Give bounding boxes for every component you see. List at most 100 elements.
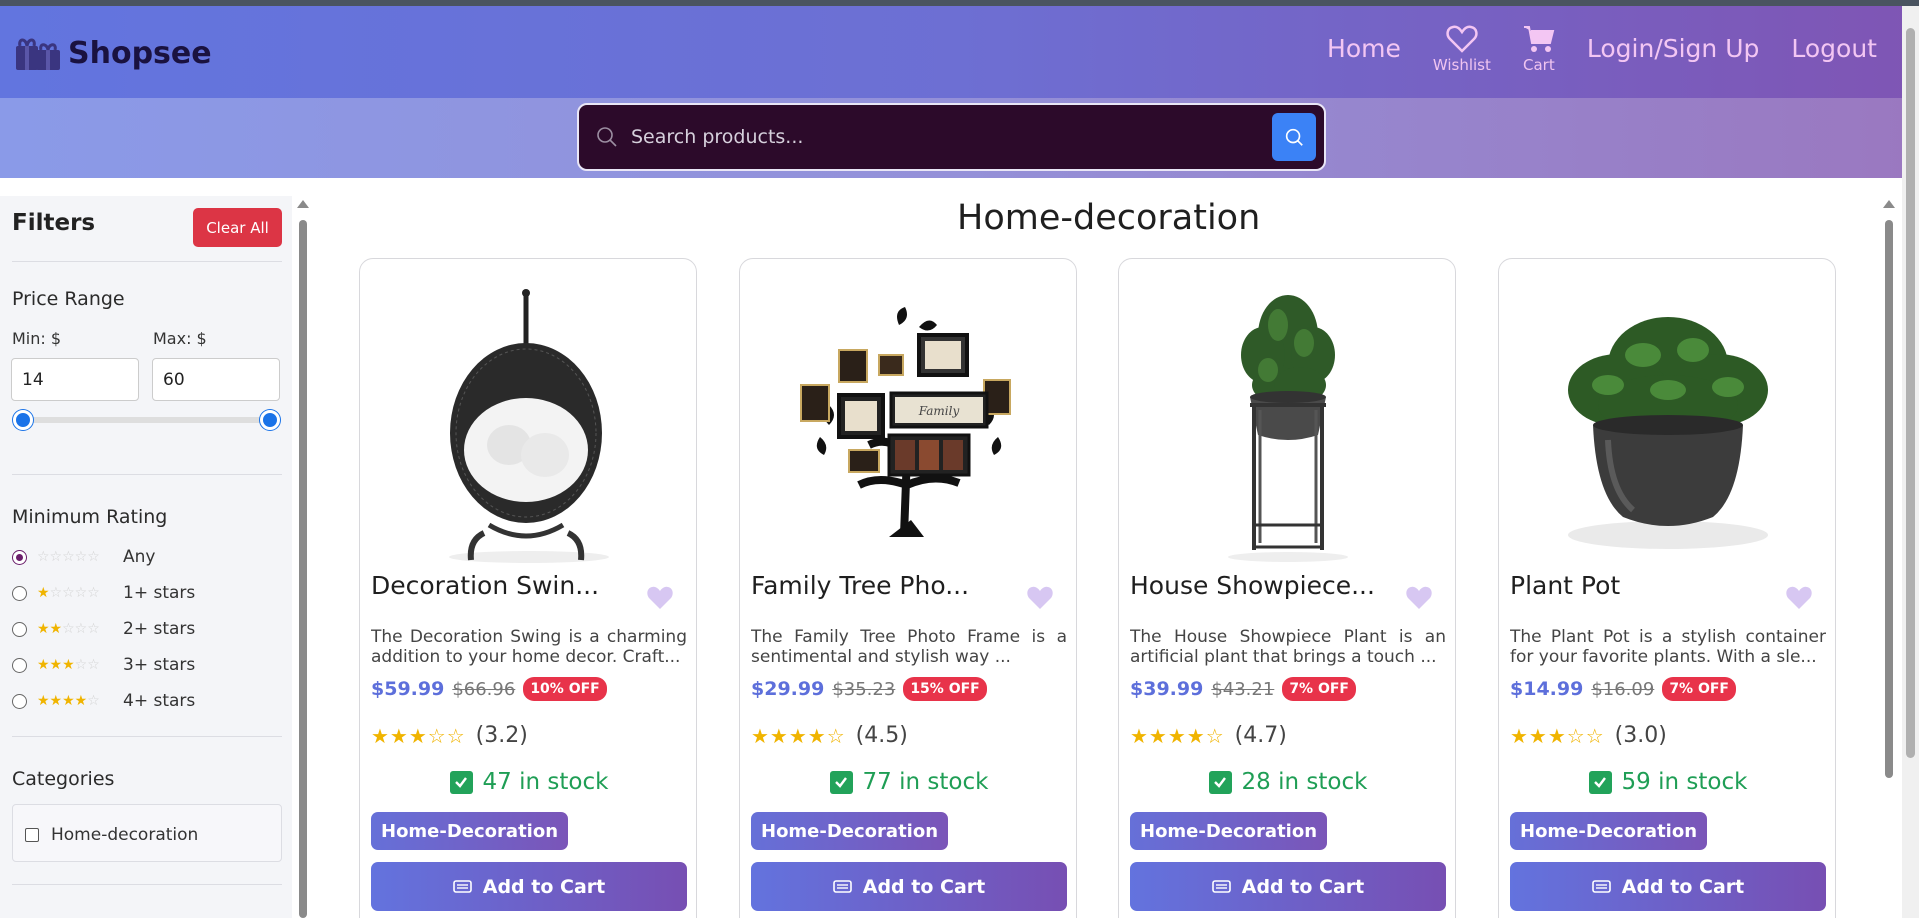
nav-home-link[interactable]: Home <box>1327 24 1401 63</box>
product-price: $14.99 <box>1510 678 1584 700</box>
potted-plant-icon <box>1568 317 1768 549</box>
product-name[interactable]: Family Tree Pho... <box>751 571 969 600</box>
add-to-cart-button[interactable]: Add to Cart <box>371 862 687 911</box>
checkmark-icon <box>1208 770 1232 794</box>
rating-option-1[interactable]: ★☆☆☆☆ 1+ stars <box>12 583 195 603</box>
search-band <box>0 98 1919 178</box>
radio-button[interactable] <box>12 549 27 565</box>
scrollbar-thumb[interactable] <box>1885 220 1893 778</box>
discount-badge: 10% OFF <box>523 677 607 701</box>
rating-value: (3.2) <box>475 723 528 748</box>
wishlist-heart-icon[interactable] <box>646 585 674 611</box>
product-image[interactable] <box>390 279 668 571</box>
min-price-input[interactable] <box>11 358 139 401</box>
nav-logout-link[interactable]: Logout <box>1791 24 1877 63</box>
price-range-slider-track[interactable] <box>22 417 272 423</box>
scrollbar-thumb[interactable] <box>1906 28 1915 758</box>
price-range-min-handle[interactable] <box>13 410 33 430</box>
divider <box>12 884 282 885</box>
shopping-cart-icon <box>1523 26 1555 52</box>
clear-all-button[interactable]: Clear All <box>193 208 282 247</box>
rating-option-2[interactable]: ★★☆☆☆ 2+ stars <box>12 619 195 639</box>
add-to-cart-button[interactable]: Add to Cart <box>751 862 1067 911</box>
product-rating: ★★★★☆ (4.5) <box>751 723 908 748</box>
radio-button[interactable] <box>12 621 27 637</box>
product-rating: ★★★☆☆ (3.2) <box>371 723 528 748</box>
nav-login-link[interactable]: Login/Sign Up <box>1587 24 1760 63</box>
product-card[interactable]: Decoration Swin... The Decoration Swing … <box>359 258 697 918</box>
scrollbar-thumb[interactable] <box>299 220 307 918</box>
nav-cart-link[interactable]: Cart <box>1523 24 1555 74</box>
max-price-input[interactable] <box>152 358 280 401</box>
minimum-rating-title: Minimum Rating <box>12 506 168 528</box>
wishlist-caption: Wishlist <box>1432 56 1491 74</box>
product-original-price: $66.96 <box>452 678 516 700</box>
discount-badge: 7% OFF <box>1282 677 1356 701</box>
category-item-home-decoration[interactable]: Home-decoration <box>25 825 198 845</box>
scroll-up-arrow-icon[interactable] <box>1883 200 1895 208</box>
radio-button[interactable] <box>12 585 27 601</box>
star-rating-icon: ★★★☆☆ <box>1510 723 1605 748</box>
category-tag[interactable]: Home-Decoration <box>1510 812 1708 850</box>
product-image[interactable] <box>1529 279 1807 571</box>
product-card[interactable]: House Showpiece... The House Showpiece P… <box>1118 258 1456 918</box>
product-image[interactable] <box>1149 279 1427 571</box>
category-tag[interactable]: Home-Decoration <box>371 812 569 850</box>
product-price: $59.99 <box>371 678 445 700</box>
price-row: $14.99 $16.09 7% OFF <box>1510 677 1736 701</box>
radio-button[interactable] <box>12 693 27 709</box>
category-tag[interactable]: Home-Decoration <box>751 812 949 850</box>
product-card[interactable]: Family Family Tree Pho... The Family Tre… <box>739 258 1077 918</box>
family-tree-frame-icon: Family <box>800 307 1011 537</box>
brand[interactable]: Shopsee <box>14 34 212 72</box>
star-rating-icon: ★★★★☆ <box>751 723 846 748</box>
main-scrollbar[interactable] <box>1882 200 1896 778</box>
rating-option-3[interactable]: ★★★☆☆ 3+ stars <box>12 655 195 675</box>
gift-boxes-icon <box>16 38 60 70</box>
add-to-cart-button[interactable]: Add to Cart <box>1510 862 1826 911</box>
stock-status: 28 in stock <box>1119 769 1457 795</box>
radio-button[interactable] <box>12 657 27 673</box>
search-box <box>577 103 1326 171</box>
product-image[interactable]: Family <box>770 279 1048 571</box>
product-name[interactable]: House Showpiece... <box>1130 571 1375 600</box>
product-card[interactable]: Plant Pot The Plant Pot is a stylish con… <box>1498 258 1836 918</box>
divider <box>12 474 282 475</box>
product-description: The Decoration Swing is a charming addit… <box>371 627 687 667</box>
hanging-swing-chair-icon <box>449 289 609 563</box>
product-original-price: $43.21 <box>1211 678 1275 700</box>
add-to-cart-button[interactable]: Add to Cart <box>1130 862 1446 911</box>
price-row: $29.99 $35.23 15% OFF <box>751 677 987 701</box>
wishlist-heart-icon[interactable] <box>1785 585 1813 611</box>
scroll-up-arrow-icon[interactable] <box>297 200 309 208</box>
checkmark-icon <box>449 770 473 794</box>
product-description: The Plant Pot is a stylish container for… <box>1510 627 1826 667</box>
category-checkbox[interactable] <box>25 828 39 842</box>
rating-option-4[interactable]: ★★★★☆ 4+ stars <box>12 691 195 711</box>
plant-on-stand-icon <box>1228 295 1348 562</box>
categories-list: Home-decoration <box>12 804 282 862</box>
sidebar-scrollbar[interactable] <box>296 200 310 918</box>
product-name[interactable]: Plant Pot <box>1510 571 1620 600</box>
wishlist-heart-icon[interactable] <box>1405 585 1433 611</box>
stock-count: 28 in stock <box>1241 769 1368 795</box>
wishlist-heart-icon[interactable] <box>1026 585 1054 611</box>
filters-title: Filters <box>12 210 96 236</box>
product-original-price: $35.23 <box>832 678 896 700</box>
price-range-title: Price Range <box>12 288 125 310</box>
cart-caption: Cart <box>1523 56 1555 74</box>
category-label: Home-decoration <box>51 825 199 845</box>
star-rating-icon: ★★★★☆ <box>37 693 100 709</box>
category-tag[interactable]: Home-Decoration <box>1130 812 1328 850</box>
cart-icon <box>1591 879 1611 893</box>
divider <box>12 261 282 262</box>
search-input[interactable] <box>631 117 1241 157</box>
search-button[interactable] <box>1272 113 1316 161</box>
product-name[interactable]: Decoration Swin... <box>371 571 599 600</box>
page-scrollbar[interactable] <box>1902 6 1919 918</box>
star-rating-icon: ★★★★☆ <box>1130 723 1225 748</box>
rating-option-any[interactable]: ☆☆☆☆☆ Any <box>12 547 155 567</box>
nav-wishlist-link[interactable]: Wishlist <box>1433 24 1491 74</box>
stock-count: 47 in stock <box>482 769 609 795</box>
price-range-max-handle[interactable] <box>260 410 280 430</box>
